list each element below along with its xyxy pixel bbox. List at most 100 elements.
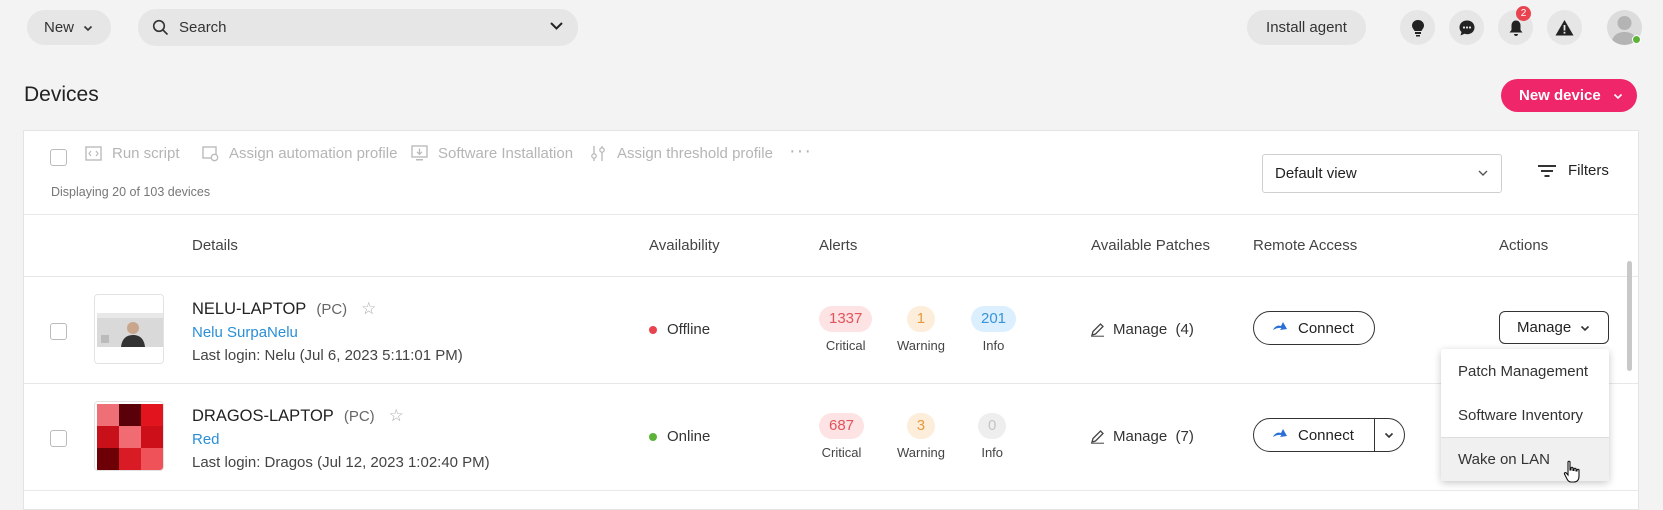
device-type: (PC) bbox=[316, 300, 348, 318]
assign-threshold-profile-button[interactable]: Assign threshold profile bbox=[590, 145, 773, 162]
row-checkbox[interactable] bbox=[50, 323, 67, 340]
device-name-label: NELU-LAPTOP bbox=[192, 299, 307, 318]
device-owner-link[interactable]: Nelu SurpaNelu bbox=[192, 324, 298, 341]
manage-patches-label: Manage (4) bbox=[1113, 321, 1194, 338]
critical-alerts[interactable]: 1337 Critical bbox=[819, 306, 873, 353]
critical-label: Critical bbox=[825, 338, 866, 353]
warning-alerts[interactable]: 1 Warning bbox=[897, 306, 945, 353]
manage-actions-button[interactable]: Manage bbox=[1499, 311, 1609, 344]
info-alerts[interactable]: 201 Info bbox=[971, 306, 1017, 353]
filters-button[interactable]: Filters bbox=[1538, 162, 1609, 179]
info-label: Info bbox=[982, 338, 1005, 353]
run-script-button[interactable]: Run script bbox=[85, 145, 180, 162]
info-alerts[interactable]: 0 Info bbox=[978, 413, 1007, 460]
menu-item-label: Software Inventory bbox=[1458, 406, 1584, 424]
new-device-label: New device bbox=[1519, 87, 1601, 104]
new-menu-label: New bbox=[44, 19, 75, 36]
devices-panel: Run script Assign automation profile Sof… bbox=[23, 130, 1639, 510]
warning-label: Warning bbox=[897, 338, 945, 353]
hand-pointer-cursor-icon bbox=[1563, 460, 1580, 483]
warning-alerts[interactable]: 3 Warning bbox=[897, 413, 945, 460]
alerts-button[interactable] bbox=[1547, 10, 1582, 45]
script-icon bbox=[85, 146, 102, 161]
user-avatar-button[interactable] bbox=[1607, 10, 1642, 45]
favorite-star-icon[interactable]: ☆ bbox=[361, 299, 376, 319]
more-actions-button[interactable]: ··· bbox=[789, 140, 812, 163]
connect-main[interactable]: Connect bbox=[1254, 419, 1374, 451]
connect-button[interactable]: Connect bbox=[1253, 311, 1375, 345]
chevron-down-icon bbox=[83, 25, 93, 31]
remote-connect-icon bbox=[1273, 429, 1287, 437]
column-remote-access[interactable]: Remote Access bbox=[1253, 237, 1357, 254]
column-alerts[interactable]: Alerts bbox=[819, 237, 857, 254]
device-name-label: DRAGOS-LAPTOP bbox=[192, 406, 334, 425]
install-agent-button[interactable]: Install agent bbox=[1247, 10, 1366, 45]
chevron-down-icon bbox=[1581, 325, 1590, 331]
table-row: NELU-LAPTOP (PC) ☆ Nelu SurpaNelu Last l… bbox=[24, 277, 1638, 384]
new-device-button[interactable]: New device bbox=[1501, 79, 1637, 112]
connect-options-toggle[interactable] bbox=[1373, 419, 1404, 451]
edit-pen-icon bbox=[1091, 323, 1104, 337]
device-count-text: Displaying 20 of 103 devices bbox=[51, 185, 211, 199]
software-installation-button[interactable]: Software Installation bbox=[411, 145, 573, 162]
notifications-button[interactable]: 2 bbox=[1498, 6, 1533, 45]
info-count: 201 bbox=[971, 306, 1017, 332]
chevron-down-icon bbox=[1385, 432, 1394, 439]
connect-split-button[interactable]: Connect bbox=[1253, 418, 1405, 452]
chat-button[interactable] bbox=[1449, 10, 1484, 45]
warning-count: 3 bbox=[906, 413, 936, 439]
assign-automation-profile-label: Assign automation profile bbox=[229, 145, 398, 162]
column-available-patches[interactable]: Available Patches bbox=[1091, 237, 1210, 254]
favorite-star-icon[interactable]: ☆ bbox=[389, 406, 404, 426]
offline-status-dot bbox=[649, 325, 657, 334]
search-icon bbox=[152, 19, 169, 36]
desktop-screenshot-image bbox=[95, 295, 163, 363]
device-name[interactable]: NELU-LAPTOP (PC) ☆ bbox=[192, 299, 376, 319]
page-title: Devices bbox=[24, 83, 99, 106]
search-placeholder: Search bbox=[179, 19, 227, 36]
filters-label: Filters bbox=[1568, 162, 1609, 179]
column-actions[interactable]: Actions bbox=[1499, 237, 1548, 254]
table-header: Details Availability Alerts Available Pa… bbox=[24, 215, 1638, 277]
row-checkbox[interactable] bbox=[50, 430, 67, 447]
software-installation-label: Software Installation bbox=[438, 145, 574, 162]
device-name[interactable]: DRAGOS-LAPTOP (PC) ☆ bbox=[192, 406, 404, 426]
view-select[interactable]: Default view bbox=[1262, 154, 1502, 193]
info-count: 0 bbox=[978, 413, 1007, 439]
connect-label: Connect bbox=[1298, 426, 1354, 444]
lightbulb-icon bbox=[1411, 19, 1424, 36]
device-thumbnail[interactable] bbox=[94, 401, 164, 471]
tips-button[interactable] bbox=[1400, 10, 1435, 45]
manage-patches-link[interactable]: Manage (7) bbox=[1090, 428, 1194, 445]
warning-label: Warning bbox=[897, 445, 945, 460]
table-row: DRAGOS-LAPTOP (PC) ☆ Red Last login: Dra… bbox=[24, 384, 1638, 491]
new-menu-button[interactable]: New bbox=[27, 10, 111, 45]
last-login-text: Last login: Nelu (Jul 6, 2023 5:11:01 PM… bbox=[192, 347, 463, 364]
connect-label: Connect bbox=[1298, 319, 1354, 337]
desktop-screenshot-image bbox=[95, 402, 163, 470]
connect-main[interactable]: Connect bbox=[1254, 312, 1374, 344]
menu-item-patch-management[interactable]: Patch Management bbox=[1441, 349, 1609, 393]
menu-item-software-inventory[interactable]: Software Inventory bbox=[1441, 393, 1609, 437]
availability-label: Online bbox=[667, 428, 711, 445]
device-owner-link[interactable]: Red bbox=[192, 431, 220, 448]
device-thumbnail[interactable] bbox=[94, 294, 164, 364]
search-bar[interactable]: Search bbox=[138, 9, 578, 46]
chat-icon bbox=[1459, 20, 1474, 35]
manage-patches-link[interactable]: Manage (4) bbox=[1090, 321, 1194, 338]
install-agent-label: Install agent bbox=[1266, 19, 1347, 36]
table-scrollbar[interactable] bbox=[1627, 261, 1632, 371]
availability-status: Online bbox=[649, 428, 710, 445]
online-status-dot bbox=[1632, 35, 1641, 44]
select-all-checkbox[interactable] bbox=[50, 149, 67, 166]
critical-alerts[interactable]: 687 Critical bbox=[819, 413, 865, 460]
warning-count: 1 bbox=[906, 306, 936, 332]
search-dropdown-icon[interactable] bbox=[549, 18, 564, 33]
column-availability[interactable]: Availability bbox=[649, 237, 720, 254]
warning-icon bbox=[1555, 20, 1574, 36]
column-details[interactable]: Details bbox=[192, 237, 238, 254]
assign-automation-profile-button[interactable]: Assign automation profile bbox=[202, 145, 397, 162]
menu-item-wake-on-lan[interactable]: Wake on LAN bbox=[1441, 437, 1609, 481]
menu-item-label: Patch Management bbox=[1458, 362, 1589, 380]
critical-count: 1337 bbox=[819, 306, 873, 332]
